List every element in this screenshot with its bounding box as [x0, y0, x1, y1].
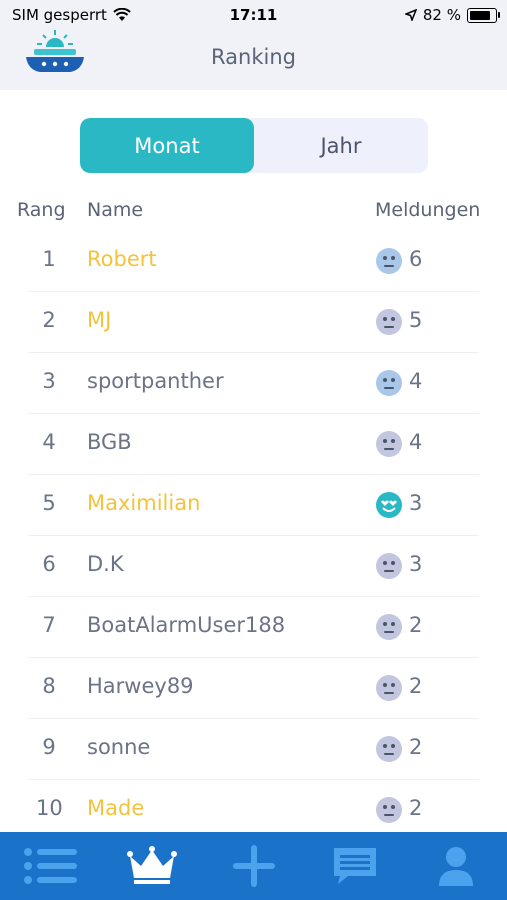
tab-add[interactable]	[203, 832, 304, 900]
rank-number: 8	[42, 674, 56, 698]
report-count: 3	[409, 491, 423, 515]
tab-bar	[0, 832, 507, 900]
user-name: sportpanther	[87, 369, 224, 393]
period-segmented-control: Monat Jahr	[80, 118, 428, 173]
crown-icon	[127, 846, 178, 884]
report-count: 5	[409, 308, 423, 332]
report-count: 6	[409, 247, 423, 271]
neutral-face-icon	[376, 675, 402, 701]
user-name: Made	[87, 796, 145, 820]
user-name: D.K	[87, 552, 124, 576]
rank-number: 3	[42, 369, 56, 393]
neutral-face-icon	[376, 370, 402, 396]
page-title: Ranking	[211, 45, 296, 69]
neutral-face-icon	[376, 736, 402, 762]
neutral-face-icon	[376, 309, 402, 335]
user-name: sonne	[87, 735, 151, 759]
neutral-face-icon	[376, 614, 402, 640]
battery-icon	[467, 7, 500, 23]
ranking-row[interactable]: 5 Maximilian 3	[0, 475, 507, 536]
neutral-face-icon	[376, 248, 402, 274]
ranking-row[interactable]: 4 BGB 4	[0, 414, 507, 475]
plus-icon	[232, 845, 275, 887]
user-name: Harwey89	[87, 674, 194, 698]
chat-icon	[333, 848, 376, 884]
heart-eyes-face-icon	[376, 492, 402, 518]
rank-number: 7	[42, 613, 56, 637]
rank-number: 5	[42, 491, 56, 515]
rank-number: 9	[42, 735, 56, 759]
table-header: Rang Name Meldungen	[0, 199, 507, 229]
segment-monat[interactable]: Monat	[80, 118, 254, 173]
segment-jahr[interactable]: Jahr	[254, 118, 428, 173]
ranking-row[interactable]: 6 D.K 3	[0, 536, 507, 597]
ranking-row[interactable]: 9 sonne 2	[0, 719, 507, 780]
neutral-face-icon	[376, 431, 402, 457]
user-name: MJ	[87, 308, 112, 332]
neutral-face-icon	[376, 553, 402, 579]
report-count: 4	[409, 430, 423, 454]
report-count: 2	[409, 674, 423, 698]
tab-messages[interactable]	[304, 832, 405, 900]
rank-number: 10	[36, 796, 63, 820]
rank-number: 1	[42, 247, 56, 271]
header-rank: Rang	[17, 199, 66, 221]
tab-profile[interactable]	[406, 832, 507, 900]
user-name: BGB	[87, 430, 132, 454]
user-name: Robert	[87, 247, 157, 271]
rank-number: 2	[42, 308, 56, 332]
status-right: 82 %	[404, 6, 500, 24]
ranking-row[interactable]: 7 BoatAlarmUser188 2	[0, 597, 507, 658]
header-name: Name	[87, 199, 144, 221]
user-name: BoatAlarmUser188	[87, 613, 286, 637]
report-count: 4	[409, 369, 423, 393]
profile-icon	[439, 847, 474, 886]
battery-percent: 82 %	[422, 6, 461, 24]
rank-number: 6	[42, 552, 56, 576]
tab-ranking[interactable]	[101, 832, 202, 900]
ranking-row[interactable]: 1 Robert 6	[0, 231, 507, 292]
location-arrow-icon	[404, 9, 417, 21]
report-count: 2	[409, 613, 423, 637]
ranking-row[interactable]: 3 sportpanther 4	[0, 353, 507, 414]
report-count: 2	[409, 735, 423, 759]
ranking-row[interactable]: 2 MJ 5	[0, 292, 507, 353]
rank-number: 4	[42, 430, 56, 454]
ranking-row[interactable]: 8 Harwey89 2	[0, 658, 507, 719]
header-reports: Meldungen	[375, 199, 481, 221]
list-icon	[23, 848, 77, 884]
status-bar: SIM gesperrt 17:11 82 %	[0, 0, 507, 30]
neutral-face-icon	[376, 797, 402, 823]
tab-list[interactable]	[0, 832, 101, 900]
nav-bar: Ranking	[0, 30, 507, 90]
report-count: 3	[409, 552, 423, 576]
report-count: 2	[409, 796, 423, 820]
user-name: Maximilian	[87, 491, 201, 515]
